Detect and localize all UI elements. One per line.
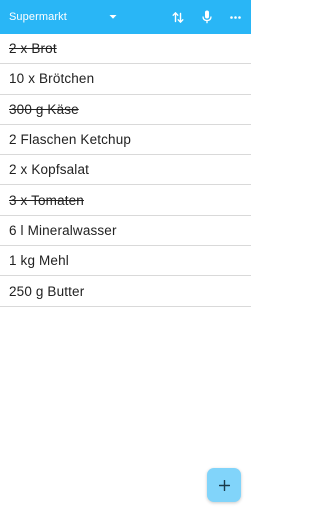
item-label: 2 x Brot <box>9 41 57 57</box>
item-label: 10 x Brötchen <box>9 71 95 87</box>
list-item[interactable]: 2 x Brot <box>0 34 251 65</box>
shopping-list-app: Supermarkt 2 x Brot 10 x Brötchen 300 g … <box>0 0 251 512</box>
more-vert-icon <box>229 15 241 19</box>
item-label: 2 x Kopfsalat <box>9 162 89 178</box>
list-item[interactable]: 3 x Tomaten <box>0 185 251 216</box>
list-item[interactable]: 1 kg Mehl <box>0 246 251 277</box>
list-item[interactable]: 250 g Butter <box>0 276 251 307</box>
list-item[interactable]: 300 g Käse <box>0 95 251 125</box>
list-item[interactable]: 10 x Brötchen <box>0 64 251 95</box>
item-label: 300 g Käse <box>9 101 79 117</box>
item-label: 3 x Tomaten <box>9 192 84 208</box>
list-selector[interactable]: Supermarkt <box>9 0 67 34</box>
list-item[interactable]: 6 l Mineralwasser <box>0 216 251 247</box>
microphone-icon <box>202 10 212 24</box>
list-item[interactable]: 2 Flaschen Ketchup <box>0 125 251 156</box>
item-label: 6 l Mineralwasser <box>9 222 117 238</box>
list-item[interactable]: 2 x Kopfsalat <box>0 155 251 186</box>
add-icon <box>218 479 230 491</box>
dropdown-icon[interactable] <box>109 14 117 20</box>
add-item-button[interactable] <box>207 468 241 502</box>
item-label: 250 g Butter <box>9 283 85 299</box>
toolbar: Supermarkt <box>0 0 251 34</box>
voice-input-button[interactable] <box>195 0 219 34</box>
shopping-item-list: 2 x Brot 10 x Brötchen 300 g Käse 2 Flasche… <box>0 34 251 307</box>
list-name: Supermarkt <box>9 11 67 23</box>
item-label: 2 Flaschen Ketchup <box>9 132 132 148</box>
sort-button[interactable] <box>166 0 190 34</box>
sort-icon <box>172 11 184 23</box>
more-options-button[interactable] <box>223 0 247 34</box>
item-label: 1 kg Mehl <box>9 253 69 269</box>
